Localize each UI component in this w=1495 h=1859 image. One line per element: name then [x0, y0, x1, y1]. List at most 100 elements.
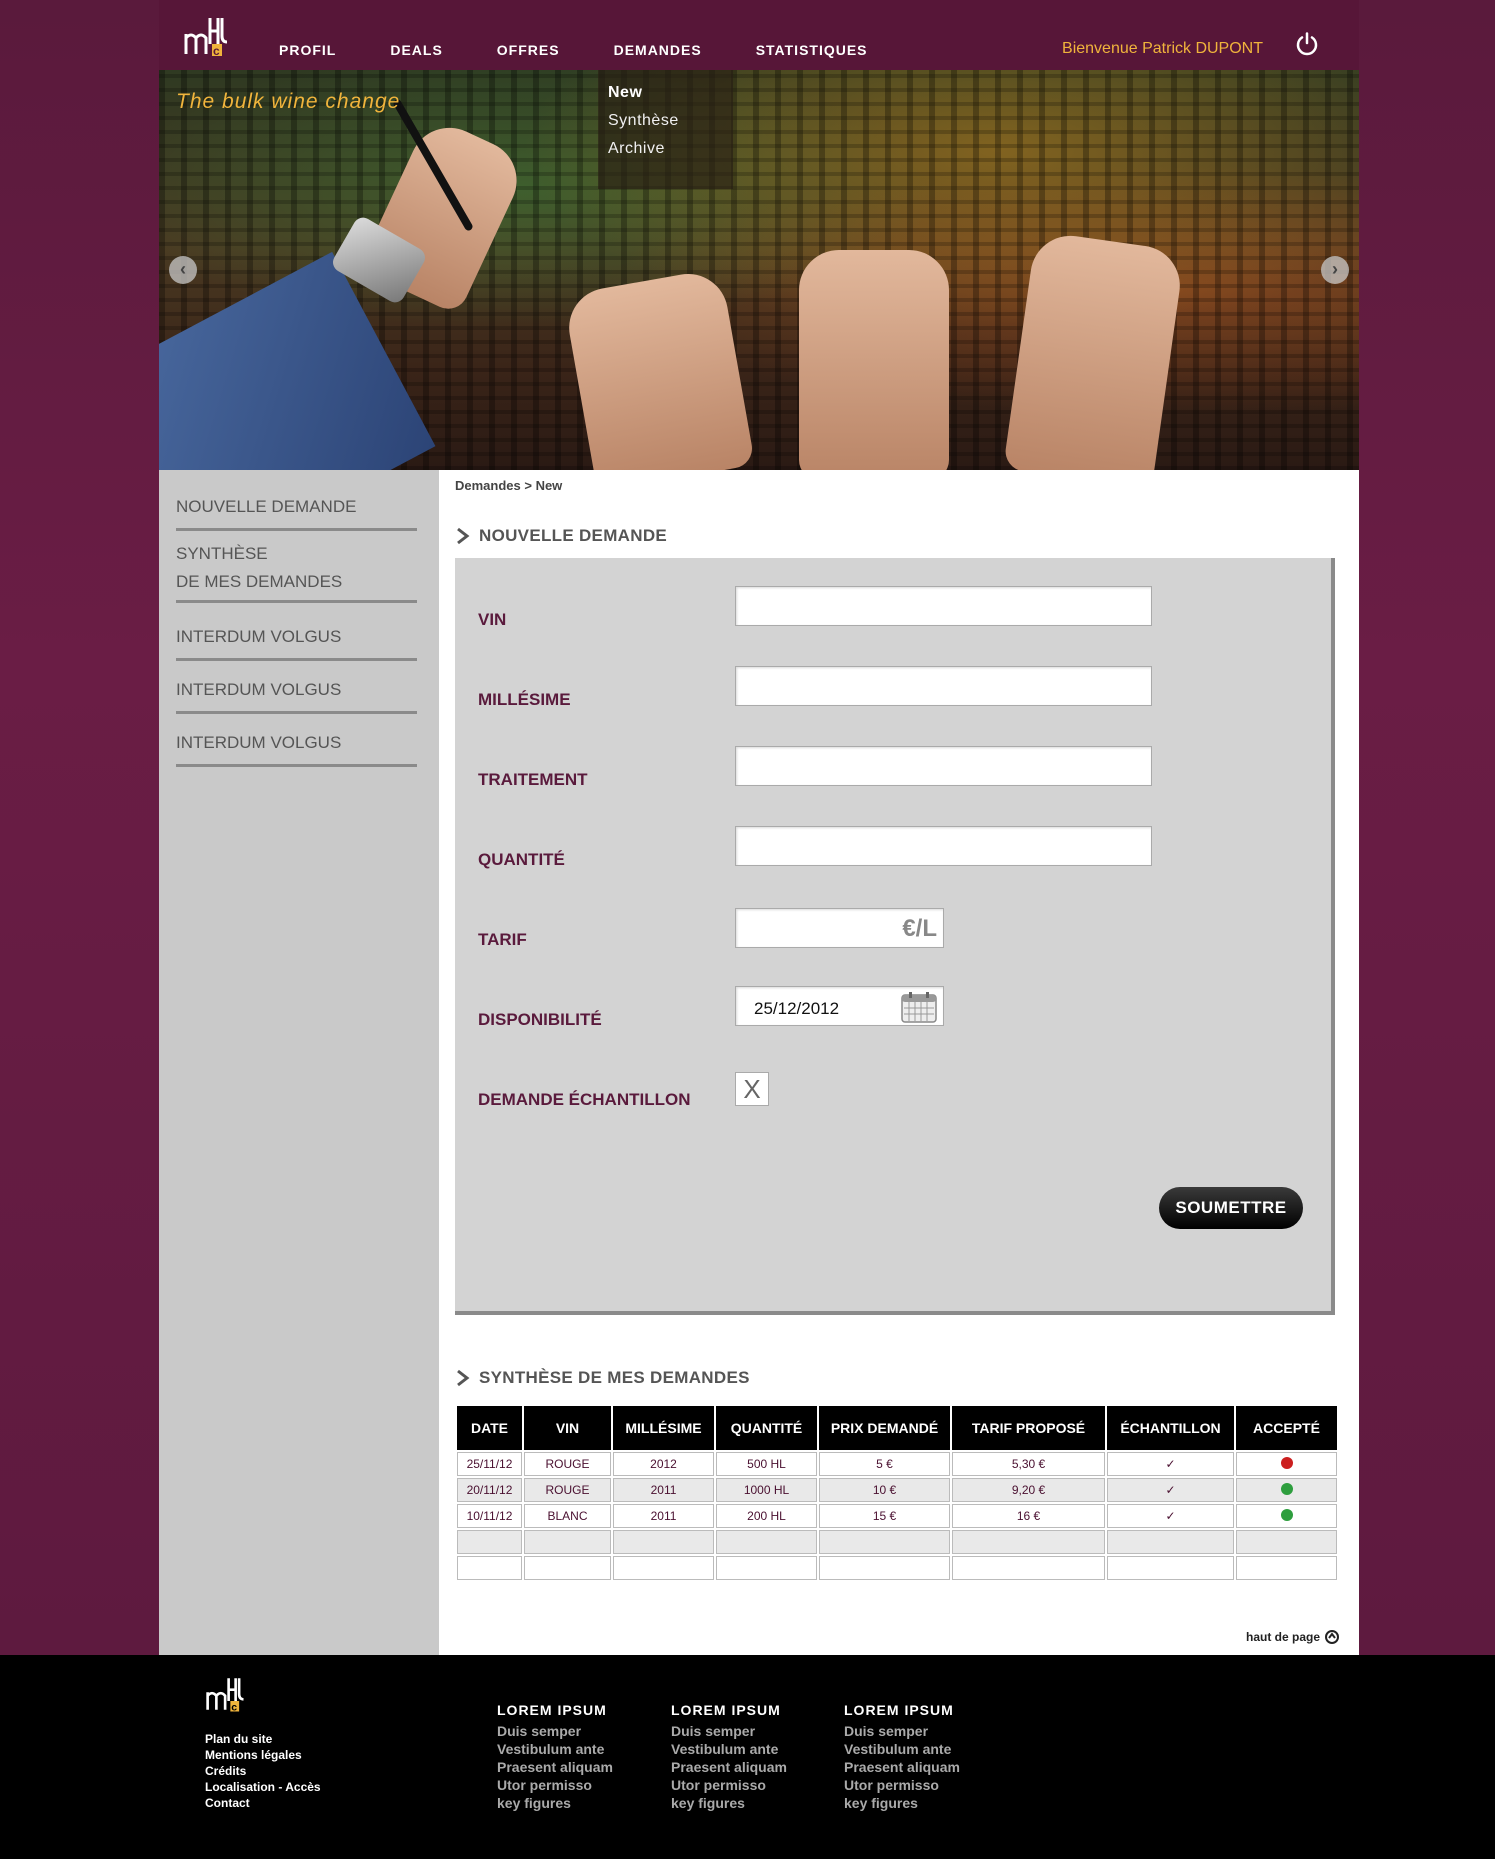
- footer-column-item[interactable]: Praesent aliquam: [497, 1758, 613, 1776]
- sidebar-item-label: SYNTHÈSE: [176, 544, 268, 563]
- main-nav: PROFIL DEALS OFFRES DEMANDES STATISTIQUE…: [279, 42, 922, 58]
- dropdown-item-synthese[interactable]: Synthèse: [608, 112, 723, 130]
- synthese-title: SYNTHÈSE DE MES DEMANDES: [479, 1368, 750, 1387]
- sidebar-item-label: INTERDUM VOLGUS: [176, 627, 342, 646]
- dropdown-item-new[interactable]: New: [608, 84, 723, 102]
- cell-millesime: 2012: [613, 1452, 714, 1476]
- col-accepte: ACCEPTÉ: [1236, 1406, 1337, 1450]
- nav-profil[interactable]: PROFIL: [279, 42, 336, 58]
- footer-column-item[interactable]: Duis semper: [844, 1722, 960, 1740]
- vin-input[interactable]: [735, 586, 1152, 626]
- cell-echantillon-check: ✓: [1107, 1478, 1234, 1502]
- sidebar-item-label: INTERDUM VOLGUS: [176, 680, 342, 699]
- table-row[interactable]: 25/11/12 ROUGE 2012 500 HL 5 € 5,30 € ✓: [457, 1452, 1337, 1476]
- table-row[interactable]: 10/11/12 BLANC 2011 200 HL 15 € 16 € ✓: [457, 1504, 1337, 1528]
- traitement-input[interactable]: [735, 746, 1152, 786]
- footer-column-item[interactable]: Utor permisso: [497, 1776, 613, 1794]
- status-dot: [1280, 1456, 1293, 1469]
- footer-column-item[interactable]: key figures: [497, 1794, 613, 1812]
- footer-column-item[interactable]: Praesent aliquam: [671, 1758, 787, 1776]
- sidebar-item-interdum-3[interactable]: INTERDUM VOLGUS: [176, 726, 417, 767]
- footer-column-item[interactable]: Duis semper: [497, 1722, 613, 1740]
- label-tarif: TARIF: [478, 930, 527, 949]
- cell-echantillon-check: ✓: [1107, 1452, 1234, 1476]
- cell-date: 20/11/12: [457, 1478, 522, 1502]
- empty-cell: [524, 1556, 611, 1580]
- demandes-dropdown: New Synthèse Archive: [598, 70, 733, 189]
- logo-icon[interactable]: c: [183, 14, 231, 58]
- back-to-top-link[interactable]: haut de page: [1246, 1630, 1339, 1644]
- cell-tarif: 16 €: [952, 1504, 1105, 1528]
- table-row[interactable]: 20/11/12 ROUGE 2011 1000 HL 10 € 9,20 € …: [457, 1478, 1337, 1502]
- cell-tarif: 5,30 €: [952, 1452, 1105, 1476]
- empty-cell: [1107, 1530, 1234, 1554]
- sidebar-item-nouvelle-demande[interactable]: NOUVELLE DEMANDE: [176, 490, 417, 531]
- sidebar-item-interdum-2[interactable]: INTERDUM VOLGUS: [176, 673, 417, 714]
- cell-quantite: 500 HL: [716, 1452, 817, 1476]
- empty-cell: [457, 1556, 522, 1580]
- table-row-empty: [457, 1556, 1337, 1580]
- empty-cell: [613, 1556, 714, 1580]
- page-container: c PROFIL DEALS OFFRES DEMANDES STATISTIQ…: [159, 0, 1359, 1655]
- col-date: DATE: [457, 1406, 522, 1450]
- nav-demandes[interactable]: DEMANDES: [614, 42, 702, 58]
- nav-statistiques[interactable]: STATISTIQUES: [756, 42, 868, 58]
- cell-echantillon-check: ✓: [1107, 1504, 1234, 1528]
- hero-banner: The bulk wine change ‹ ›: [159, 70, 1359, 470]
- footer-column-item[interactable]: Utor permisso: [671, 1776, 787, 1794]
- footer-column-item[interactable]: key figures: [844, 1794, 960, 1812]
- footer-column-item[interactable]: Vestibulum ante: [497, 1740, 613, 1758]
- cell-prix: 5 €: [819, 1452, 950, 1476]
- dropdown-item-archive[interactable]: Archive: [608, 140, 723, 158]
- footer-column-item[interactable]: Vestibulum ante: [844, 1740, 960, 1758]
- cell-date: 25/11/12: [457, 1452, 522, 1476]
- footer-column-item[interactable]: Praesent aliquam: [844, 1758, 960, 1776]
- cell-prix: 15 €: [819, 1504, 950, 1528]
- sidebar-item-interdum-1[interactable]: INTERDUM VOLGUS: [176, 620, 417, 661]
- tarif-input[interactable]: €/L: [735, 908, 944, 948]
- footer-column-2: LOREM IPSUM Duis semper Vestibulum ante …: [671, 1702, 787, 1812]
- sidebar-item-label: INTERDUM VOLGUS: [176, 733, 342, 752]
- power-icon[interactable]: [1295, 32, 1319, 56]
- cell-accepte: [1236, 1478, 1337, 1502]
- footer-link-credits[interactable]: Crédits: [205, 1763, 321, 1779]
- footer-link-contact[interactable]: Contact: [205, 1795, 321, 1811]
- empty-cell: [952, 1530, 1105, 1554]
- cell-accepte: [1236, 1504, 1337, 1528]
- empty-cell: [524, 1530, 611, 1554]
- footer-column-item[interactable]: Duis semper: [671, 1722, 787, 1740]
- empty-cell: [952, 1556, 1105, 1580]
- millesime-input[interactable]: [735, 666, 1152, 706]
- quantite-input[interactable]: [735, 826, 1152, 866]
- footer-column-item[interactable]: key figures: [671, 1794, 787, 1812]
- submit-button[interactable]: SOUMETTRE: [1159, 1187, 1303, 1229]
- footer-column-title: LOREM IPSUM: [844, 1702, 954, 1718]
- tarif-unit: €/L: [902, 915, 937, 942]
- nav-offres[interactable]: OFFRES: [497, 42, 560, 58]
- table-header-row: DATE VIN MILLÉSIME QUANTITÉ PRIX DEMANDÉ…: [457, 1406, 1337, 1450]
- nav-deals[interactable]: DEALS: [390, 42, 442, 58]
- col-quantite: QUANTITÉ: [716, 1406, 817, 1450]
- footer-link-mentions[interactable]: Mentions légales: [205, 1747, 321, 1763]
- footer-column-title: LOREM IPSUM: [497, 1702, 607, 1718]
- slider-next-button[interactable]: ›: [1321, 256, 1349, 284]
- col-tarif: TARIF PROPOSÉ: [952, 1406, 1105, 1450]
- breadcrumb: Demandes > New: [455, 478, 563, 493]
- cell-vin: ROUGE: [524, 1452, 611, 1476]
- slider-prev-button[interactable]: ‹: [169, 256, 197, 284]
- disponibilite-input[interactable]: 25/12/2012: [735, 986, 944, 1026]
- footer-column-3: LOREM IPSUM Duis semper Vestibulum ante …: [844, 1702, 960, 1812]
- col-millesime: MILLÉSIME: [613, 1406, 714, 1450]
- footer-link-localisation[interactable]: Localisation - Accès: [205, 1779, 321, 1795]
- echantillon-checkbox[interactable]: X: [735, 1072, 769, 1106]
- footer-column-item[interactable]: Vestibulum ante: [671, 1740, 787, 1758]
- cell-accepte: [1236, 1452, 1337, 1476]
- calendar-icon[interactable]: [901, 991, 937, 1023]
- footer-link-plan[interactable]: Plan du site: [205, 1731, 321, 1747]
- demande-form: VIN MILLÉSIME TRAITEMENT QUANTITÉ TARIF …: [455, 558, 1335, 1315]
- chevron-right-icon: [457, 527, 470, 545]
- footer-column-item[interactable]: Utor permisso: [844, 1776, 960, 1794]
- footer-logo-icon[interactable]: c: [205, 1674, 247, 1714]
- welcome-text: Bienvenue Patrick DUPONT: [1062, 40, 1263, 57]
- sidebar-item-synthese[interactable]: SYNTHÈSE DE MES DEMANDES: [176, 540, 417, 603]
